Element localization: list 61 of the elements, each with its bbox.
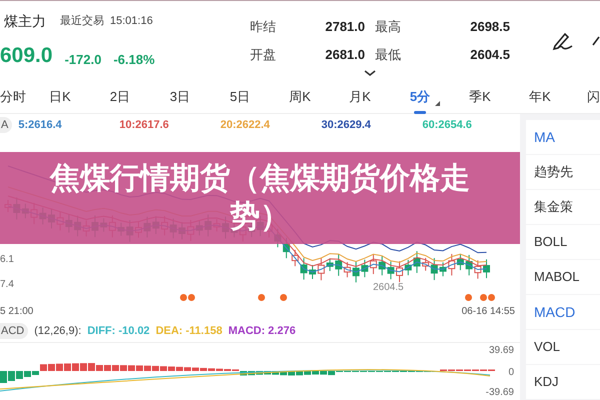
indicator-badge: ACD (0, 322, 28, 340)
percent-change: -6.18% (113, 53, 155, 66)
trade-label: 最近交易 (60, 14, 104, 29)
timeframe-tab[interactable]: 日K (49, 82, 71, 112)
indicator-item[interactable]: 趋势先 (526, 155, 600, 189)
legend-value: 30:2629.4 (321, 118, 372, 133)
indicator-item[interactable]: VOL (526, 330, 600, 364)
legend-value: 60:2654.6 (422, 118, 473, 133)
candlestick (483, 258, 490, 279)
timeframe-tab[interactable]: 周K (289, 82, 311, 112)
indicator-item[interactable]: MACD (526, 295, 600, 329)
indicator-item[interactable]: KDJ (526, 365, 600, 399)
timeframe-tab[interactable]: 分时 (0, 82, 26, 112)
axis-label: 0 (508, 366, 514, 380)
legend-value: MACD: 2.276 (228, 324, 296, 339)
indicator-item[interactable]: MA (526, 120, 600, 154)
candlestick (352, 260, 360, 283)
indicator-item[interactable]: BOLL (526, 225, 600, 259)
axis-label: -39.69 (486, 386, 514, 400)
indicator-params: (12,26,9): (34, 324, 82, 339)
legend-value: DEA: -11.158 (156, 324, 222, 339)
pen-icon[interactable] (552, 31, 574, 51)
timeframe-tab[interactable]: 5日 (230, 82, 250, 112)
last-price: 609.0 (0, 45, 53, 66)
stat-label: 最高 (374, 18, 402, 36)
dropdown-triangle-icon (435, 100, 440, 106)
title-banner: 焦煤行情期货（焦煤期货价格走势） (0, 152, 520, 244)
chevron-down-icon[interactable] (364, 70, 376, 76)
indicator-item[interactable]: 集金策 (526, 190, 600, 224)
legend-value: DIFF: -10.02 (87, 324, 150, 339)
stat-label: 最低 (374, 46, 402, 64)
stat-label: 开盘 (249, 46, 277, 64)
low-price-label: 2604.5 (373, 282, 404, 294)
stat-value: 2781.0 (324, 18, 365, 36)
timeframe-tab[interactable]: 月K (349, 82, 371, 112)
stat-value: 2681.0 (324, 46, 365, 64)
legend-value: 5:2616.4 (18, 118, 63, 133)
stat-value: 2698.5 (469, 18, 510, 36)
timeframe-tab[interactable]: 闪 (587, 82, 600, 112)
time-label: 06-16 14:55 (462, 305, 515, 319)
candlestick (309, 264, 316, 280)
contract-name: 煤主力 (4, 12, 46, 30)
timeframe-tab[interactable]: 年K (529, 82, 551, 112)
legend-value: 20:2622.4 (220, 118, 271, 133)
trade-time: 15:01:16 (110, 14, 153, 29)
indicator-badge: A (0, 116, 12, 134)
indicator-item[interactable]: MABOL (526, 260, 600, 294)
price-change: -172.0 (64, 53, 102, 66)
timeframe-tab[interactable]: 季K (469, 82, 491, 112)
axis-label: 39.69 (488, 344, 514, 358)
time-label: 5 21:00 (0, 305, 34, 319)
timeframe-tab[interactable]: 3日 (170, 82, 190, 112)
axis-label: 6.1 (0, 253, 14, 267)
candlestick (440, 262, 446, 277)
timeframe-tab[interactable]: 2日 (110, 82, 130, 112)
axis-label: 7.4 (0, 278, 14, 292)
stat-label: 昨结 (249, 18, 277, 36)
legend-value: 10:2617.6 (119, 118, 170, 133)
candlestick (396, 260, 403, 283)
stat-value: 2604.5 (469, 46, 510, 64)
timeframe-tab[interactable]: 5分 (410, 82, 430, 112)
